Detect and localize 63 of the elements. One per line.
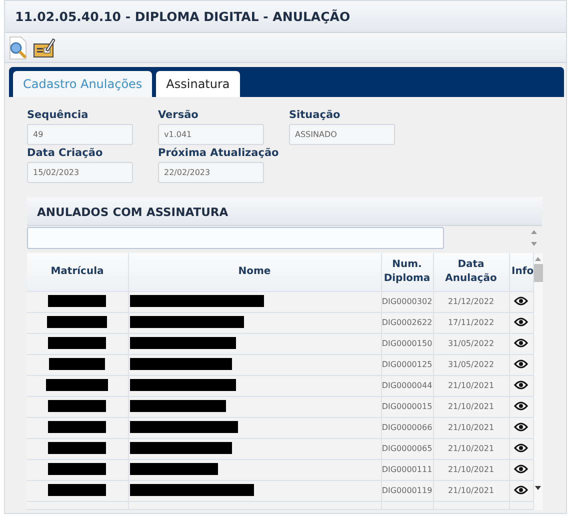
column-header[interactable]: Num. Diploma <box>381 253 433 291</box>
table-cell: 21/12/2022 <box>433 291 509 312</box>
redacted-text <box>48 295 106 308</box>
input-field[interactable]: 22/02/2023 <box>158 162 264 183</box>
redacted-text <box>48 484 106 496</box>
table-cell: DIG0000125 <box>381 354 433 375</box>
table-cell: 31/05/2022 <box>433 354 509 375</box>
redacted-text <box>48 421 106 434</box>
table-cell: DIG0000119 <box>381 480 433 501</box>
column-header[interactable]: Nome <box>128 253 381 291</box>
tab[interactable]: Assinatura <box>156 71 240 97</box>
view-icon[interactable] <box>514 422 528 432</box>
redacted-text <box>48 400 106 412</box>
table-cell: DIG0000044 <box>381 375 433 396</box>
column-header[interactable]: Info <box>509 253 533 291</box>
view-icon[interactable] <box>514 443 528 454</box>
input-field[interactable]: 49 <box>27 124 133 145</box>
sign-document-icon[interactable] <box>33 36 55 58</box>
table-cell: DIG0000065 <box>381 438 433 459</box>
search-document-icon[interactable] <box>7 36 29 60</box>
table-cell: DIG0002622 <box>381 312 433 333</box>
table-cell: DIG0000150 <box>381 333 433 354</box>
window-title: 11.02.05.40.10 - DIPLOMA DIGITAL - ANULAÇÃO <box>5 1 566 33</box>
redacted-text <box>49 358 106 370</box>
table-cell: DIG0000066 <box>381 417 433 438</box>
table-cell: 31/05/2022 <box>433 333 509 354</box>
scroll-up-icon[interactable] <box>535 257 541 261</box>
field-label: Versão <box>158 108 200 123</box>
table-cell: 17/11/2022 <box>433 312 509 333</box>
column-header[interactable]: Data Anulação <box>433 253 509 291</box>
table-cell: 21/10/2021 <box>433 459 509 480</box>
field-label: Próxima Atualização <box>158 146 280 161</box>
view-icon[interactable] <box>514 464 528 474</box>
table-cell: DIG0000111 <box>381 459 433 480</box>
redacted-text <box>46 379 108 392</box>
view-icon[interactable] <box>514 338 528 348</box>
table-cell: 21/10/2021 <box>433 396 509 417</box>
table-cell: DIG0000015 <box>381 396 433 417</box>
table-cell: DIG0000302 <box>381 291 433 312</box>
field-label: Sequência <box>27 108 90 123</box>
field-label: Data Criação <box>27 146 104 161</box>
view-icon[interactable] <box>514 296 528 306</box>
redacted-text <box>48 442 106 454</box>
scroll-down-icon[interactable] <box>535 486 541 490</box>
redacted-text <box>47 316 108 328</box>
view-icon[interactable] <box>514 401 528 412</box>
field-label: Situação <box>289 108 342 123</box>
table-cell: 21/10/2021 <box>433 438 509 459</box>
view-icon[interactable] <box>514 317 528 328</box>
section-title: ANULADOS COM ASSINATURA <box>27 197 542 226</box>
input-field[interactable]: v1.041 <box>158 124 264 145</box>
redacted-text <box>48 337 106 350</box>
input-field[interactable]: 15/02/2023 <box>27 162 133 183</box>
view-icon[interactable] <box>514 485 528 496</box>
filter-field[interactable] <box>27 227 444 249</box>
view-icon[interactable] <box>514 359 528 370</box>
table-cell: 21/10/2021 <box>433 480 509 501</box>
input-field[interactable]: ASSINADO <box>289 124 395 145</box>
table-cell: 21/10/2021 <box>433 417 509 438</box>
redacted-text <box>48 463 106 476</box>
table-cell: 21/10/2021 <box>433 375 509 396</box>
view-icon[interactable] <box>514 380 528 390</box>
column-header[interactable]: Matrícula <box>27 253 128 291</box>
